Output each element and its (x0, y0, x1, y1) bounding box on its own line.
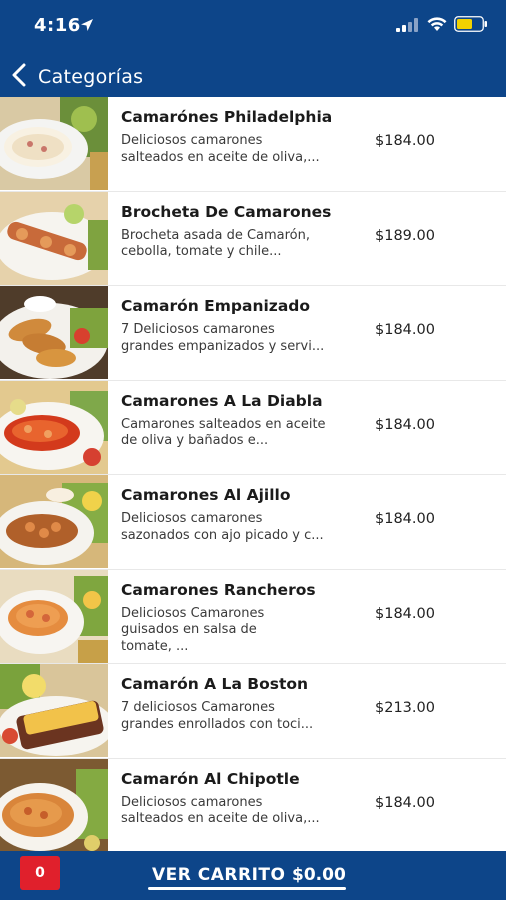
item-price: $184.00 (375, 511, 435, 527)
menu-item[interactable]: Camarón A La Boston 7 deliciosos Camaron… (0, 664, 506, 759)
menu-item[interactable]: Brocheta De Camarones Brocheta asada de … (0, 191, 506, 286)
app-header: 4:16 Categorías (0, 0, 506, 97)
back-button[interactable]: Categorías (8, 59, 168, 91)
dish-photo-icon (0, 191, 108, 285)
nav-bar: Categorías (0, 55, 506, 95)
view-cart-label: VER CARRITO (152, 865, 286, 885)
item-name: Camarones Al Ajillo (121, 486, 291, 504)
dish-photo-icon (0, 286, 108, 379)
item-name: Camarón Al Chipotle (121, 769, 300, 788)
status-time: 4:16 (34, 15, 81, 36)
item-price: $189.00 (375, 227, 435, 244)
item-name: Camarones A La Diabla (121, 391, 323, 410)
cart-bar: 0 VER CARRITO $0.00 (0, 851, 506, 900)
item-name: Camarones Rancheros (121, 580, 316, 599)
item-description: 7 Deliciosos camarones grandes empanizad… (121, 322, 325, 354)
battery-icon (454, 16, 487, 32)
item-name: Camarónes Philadelphia (121, 108, 333, 126)
menu-item[interactable]: Camarones Rancheros Deliciosos Camarones… (0, 569, 506, 664)
item-description: Deliciosos camarones salteados en aceite… (121, 133, 320, 165)
item-price: $213.00 (375, 700, 435, 716)
view-cart-button[interactable]: VER CARRITO $0.00 (148, 865, 348, 895)
cart-underline (148, 887, 346, 890)
item-price: $184.00 (375, 133, 435, 149)
dish-photo-icon (0, 664, 108, 757)
menu-item[interactable]: Camarón Al Chipotle Deliciosos camarones… (0, 758, 506, 851)
item-description: Deliciosos camarones salteados en aceite… (121, 794, 320, 827)
item-description: Deliciosos Camarones guisados en salsa d… (121, 605, 265, 654)
item-price: $184.00 (375, 605, 435, 622)
cart-count-badge[interactable]: 0 (20, 856, 60, 890)
item-description: 7 deliciosos Camarones grandes enrollado… (121, 700, 314, 732)
item-description: Brocheta asada de Camarón, cebolla, toma… (121, 227, 311, 260)
chevron-left-icon (12, 63, 26, 87)
dish-photo-icon (0, 569, 108, 663)
wifi-icon (427, 17, 447, 31)
item-name: Brocheta De Camarones (121, 202, 332, 221)
item-price: $184.00 (375, 416, 435, 433)
menu-item[interactable]: Camarones Al Ajillo Deliciosos camarones… (0, 475, 506, 570)
back-label: Categorías (38, 66, 144, 88)
item-description: Camarones salteados en aceite de oliva y… (121, 416, 326, 449)
menu-item[interactable]: Camarón Empanizado 7 Deliciosos camarone… (0, 286, 506, 381)
menu-item[interactable]: Camarones A La Diabla Camarones salteado… (0, 380, 506, 475)
item-name: Camarón A La Boston (121, 675, 309, 693)
dish-photo-icon (0, 380, 108, 474)
dish-photo-icon (0, 97, 108, 190)
item-price: $184.00 (375, 322, 435, 338)
menu-list: Camarónes Philadelphia Deliciosos camaro… (0, 97, 506, 851)
item-price: $184.00 (375, 794, 435, 811)
location-arrow-icon (81, 19, 93, 31)
status-bar: 4:16 (0, 0, 506, 50)
cart-total: $0.00 (292, 865, 346, 885)
item-description: Deliciosos camarones sazonados con ajo p… (121, 511, 324, 543)
item-name: Camarón Empanizado (121, 297, 311, 315)
signal-icon (396, 18, 418, 32)
menu-item[interactable]: Camarónes Philadelphia Deliciosos camaro… (0, 97, 506, 192)
dish-photo-icon (0, 475, 108, 568)
dish-photo-icon (0, 758, 108, 851)
